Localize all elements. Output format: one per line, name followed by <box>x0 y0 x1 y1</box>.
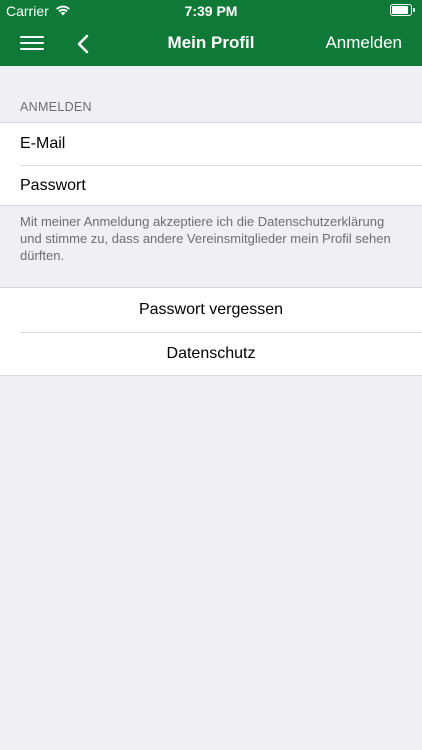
password-row <box>0 165 422 207</box>
battery-icon <box>390 4 415 16</box>
status-bar: Carrier 7:39 PM <box>0 0 422 22</box>
login-section-header: ANMELDEN <box>20 100 92 114</box>
battery-fill <box>392 6 408 14</box>
links-list: Passwort vergessen Datenschutz <box>0 287 422 376</box>
email-field[interactable] <box>0 123 422 165</box>
forgot-password-button[interactable]: Passwort vergessen <box>0 288 422 332</box>
login-form <box>0 122 422 207</box>
privacy-button[interactable]: Datenschutz <box>0 332 422 376</box>
email-row <box>0 123 422 165</box>
login-button[interactable]: Anmelden <box>325 33 402 53</box>
consent-text: Mit meiner Anmeldung akzeptiere ich die … <box>20 214 391 263</box>
status-time: 7:39 PM <box>184 3 238 19</box>
navigation-bar: Mein Profil Anmelden <box>0 22 422 66</box>
battery-indicator <box>390 4 415 16</box>
password-field[interactable] <box>0 165 422 207</box>
